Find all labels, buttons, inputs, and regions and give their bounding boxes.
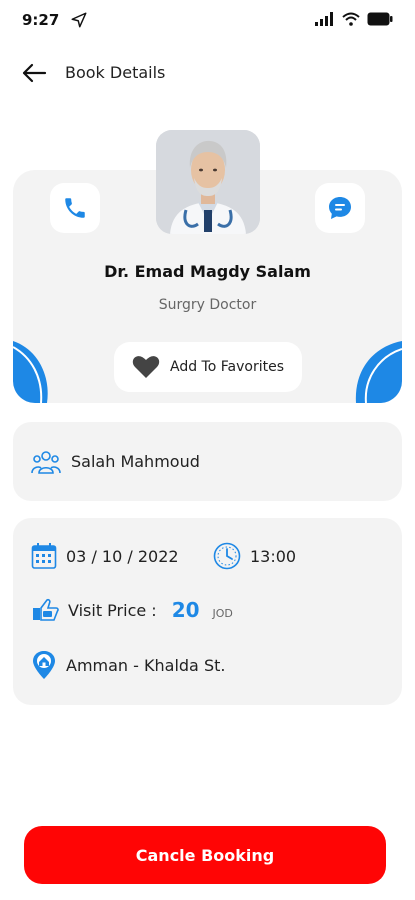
users-icon — [31, 450, 61, 474]
map-pin-icon — [33, 651, 55, 679]
back-arrow-icon — [22, 63, 47, 83]
booking-date: 03 / 10 / 2022 — [66, 546, 179, 566]
status-indicators — [315, 12, 393, 26]
visit-price-row: Visit Price : 20 JOD — [31, 598, 233, 622]
doctor-avatar — [156, 130, 260, 234]
price-tag-icon — [33, 598, 59, 621]
page-title: Book Details — [65, 63, 166, 82]
favorites-label: Add To Favorites — [170, 359, 284, 375]
cancel-booking-button[interactable]: Cancle Booking — [24, 826, 386, 884]
wifi-icon — [342, 12, 360, 26]
location-text: Amman - Khalda St. — [66, 655, 226, 675]
cancel-booking-label: Cancle Booking — [135, 845, 275, 865]
doctor-name: Dr. Emad Magdy Salam — [104, 262, 311, 281]
phone-icon — [65, 198, 85, 218]
patient-card: Salah Mahmoud — [13, 422, 402, 501]
decorative-leaf-right — [355, 341, 402, 403]
patient-name: Salah Mahmoud — [71, 452, 200, 471]
visit-price-value: 20 — [171, 598, 200, 622]
booking-date-row: 03 / 10 / 2022 — [31, 542, 179, 570]
call-button[interactable] — [50, 183, 100, 233]
calendar-icon — [31, 543, 57, 569]
location-row: Amman - Khalda St. — [31, 650, 225, 680]
doctor-photo — [156, 130, 260, 234]
battery-icon — [367, 12, 393, 26]
booking-time-row: 13:00 — [213, 542, 296, 570]
status-bar: 9:27 — [0, 0, 415, 40]
visit-price-label: Visit Price : — [68, 600, 157, 620]
status-time: 9:27 — [22, 11, 60, 29]
location-arrow-icon — [71, 12, 87, 28]
booking-details-card: 03 / 10 / 2022 13:00 Visit Price : 20 JO… — [13, 518, 402, 705]
chat-icon — [329, 197, 351, 219]
header: Book Details — [0, 55, 415, 91]
visit-price-currency: JOD — [212, 606, 233, 620]
doctor-specialty: Surgry Doctor — [158, 297, 257, 313]
decorative-leaf-left — [13, 341, 48, 403]
back-button[interactable] — [18, 59, 50, 87]
heart-icon — [132, 356, 160, 378]
chat-button[interactable] — [315, 183, 365, 233]
booking-time: 13:00 — [250, 546, 297, 566]
signal-icon — [315, 12, 333, 26]
add-to-favorites-button[interactable]: Add To Favorites — [114, 342, 302, 392]
clock-icon — [213, 542, 241, 570]
